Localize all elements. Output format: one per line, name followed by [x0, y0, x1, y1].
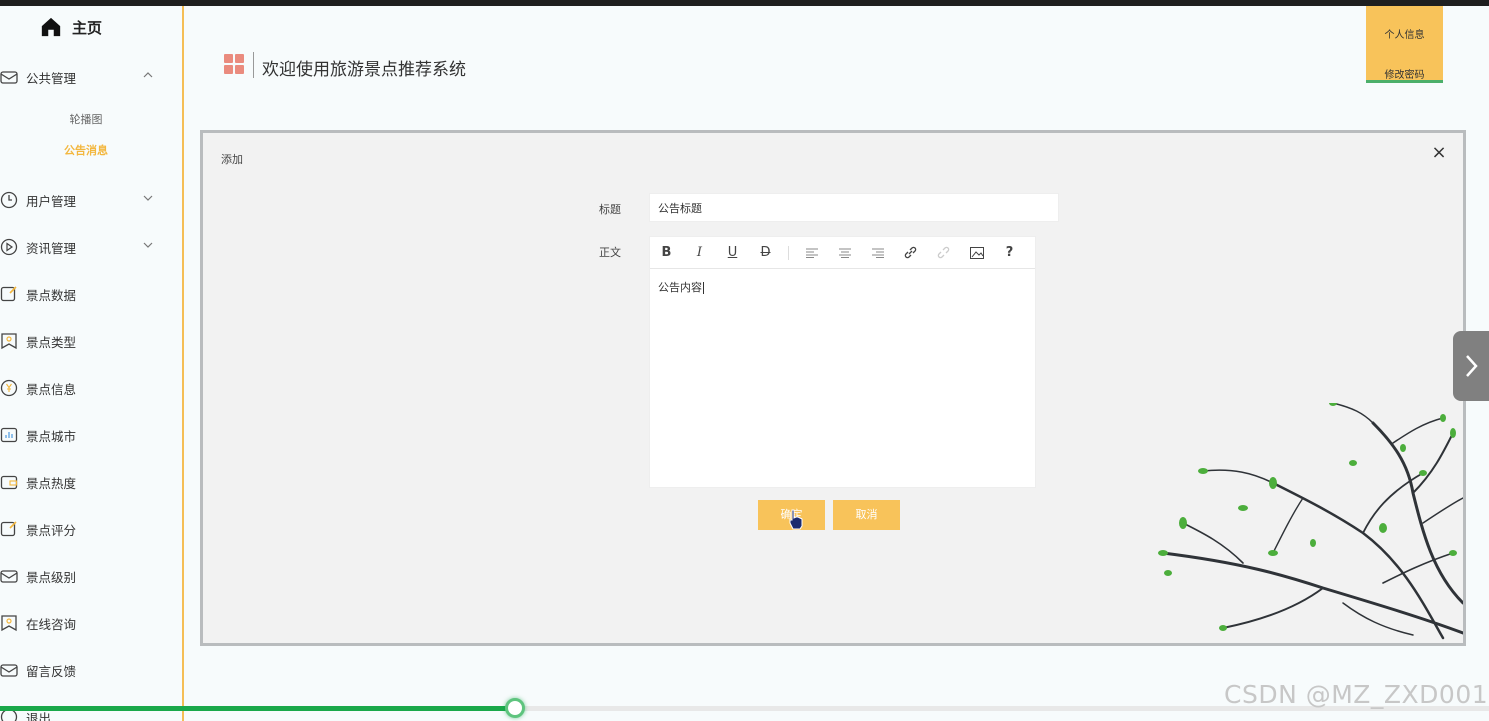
sidebar-item-label: 资讯管理 [26, 240, 77, 256]
sidebar-item-scenic-info[interactable]: 景点信息 [0, 375, 180, 401]
change-password-link[interactable]: 修改密码 [1366, 66, 1443, 81]
clock-icon [0, 191, 18, 209]
page-title: 欢迎使用旅游景点推荐系统 [262, 60, 466, 80]
chevron-right-icon [1466, 355, 1478, 377]
chevron-down-icon [143, 242, 153, 248]
video-progress-handle[interactable] [505, 698, 526, 718]
chart-icon [0, 426, 18, 444]
sidebar-item-public-management[interactable]: 公共管理 [0, 64, 180, 90]
badge-icon [0, 332, 18, 350]
sidebar-item-label: 留言反馈 [26, 663, 77, 679]
sidebar-item-online-consult[interactable]: 在线咨询 [0, 610, 180, 636]
chevron-down-icon [143, 195, 153, 201]
sidebar-item-label: 景点信息 [26, 381, 77, 397]
align-left-icon[interactable] [795, 237, 828, 269]
envelope-icon [0, 567, 18, 585]
play-circle-icon [0, 238, 18, 256]
link-icon[interactable] [894, 237, 927, 269]
next-slide-button[interactable] [1453, 331, 1489, 401]
title-divider [253, 52, 254, 78]
sidebar-subitem-announcements[interactable]: 公告消息 [0, 142, 172, 158]
yen-circle-icon [0, 379, 18, 397]
home-label: 主页 [72, 18, 103, 37]
body-text: 公告内容 [658, 281, 702, 294]
user-menu: 个人信息 修改密码 [1366, 6, 1443, 83]
cancel-button[interactable]: 取消 [833, 500, 900, 530]
chevron-up-icon [143, 72, 153, 78]
sidebar-item-label: 景点评分 [26, 522, 77, 538]
watermark: CSDN @MZ_ZXD001 [1224, 680, 1489, 709]
sidebar-item-user-management[interactable]: 用户管理 [0, 187, 180, 213]
sidebar-item-news-management[interactable]: 资讯管理 [0, 234, 180, 260]
sidebar-subitem-carousel[interactable]: 轮播图 [0, 111, 172, 127]
sidebar-item-scenic-level[interactable]: 景点级别 [0, 563, 180, 589]
italic-icon[interactable]: I [683, 237, 716, 269]
text-caret [703, 282, 704, 294]
video-progress-fill [0, 706, 516, 711]
rich-text-editor: B I U D ? 公告内容 [649, 236, 1036, 488]
sidebar-item-scenic-city[interactable]: 景点城市 [0, 422, 180, 448]
sidebar-item-label: 景点类型 [26, 334, 77, 350]
close-icon[interactable]: × [1431, 144, 1447, 162]
editor-toolbar: B I U D ? [650, 237, 1035, 269]
align-right-icon[interactable] [861, 237, 894, 269]
envelope-icon [0, 68, 18, 86]
body-label: 正文 [599, 246, 621, 259]
top-bar [0, 0, 1489, 6]
edit-icon [0, 285, 18, 303]
app-logo-icon [224, 54, 244, 74]
sidebar-item-scenic-popularity[interactable]: 景点热度 [0, 469, 180, 495]
sidebar-item-label: 公共管理 [26, 70, 77, 86]
sidebar-item-label: 景点数据 [26, 287, 77, 303]
sidebar-item-label: 景点热度 [26, 475, 77, 491]
sidebar-item-label: 景点级别 [26, 569, 77, 585]
sidebar: 主页 公共管理 轮播图 公告消息 用户管理 资讯管理 景点数据 景点类型 景点信… [0, 6, 184, 721]
title-label: 标题 [599, 203, 621, 216]
help-icon[interactable]: ? [993, 237, 1026, 269]
profile-link[interactable]: 个人信息 [1366, 26, 1443, 41]
editor-body[interactable]: 公告内容 [658, 279, 704, 295]
hand-cursor-icon [789, 509, 803, 530]
home-link[interactable]: 主页 [40, 16, 102, 38]
sidebar-item-label: 用户管理 [26, 193, 77, 209]
sidebar-item-scenic-rating[interactable]: 景点评分 [0, 516, 180, 542]
sidebar-item-feedback[interactable]: 留言反馈 [0, 657, 180, 683]
sidebar-item-scenic-type[interactable]: 景点类型 [0, 328, 180, 354]
bold-icon[interactable]: B [650, 237, 683, 269]
edit-icon [0, 520, 18, 538]
strikethrough-icon[interactable]: D [749, 237, 782, 269]
dialog-title: 添加 [221, 153, 243, 166]
add-announcement-dialog: 添加 × 标题 正文 B I U D ? 公告内容 确定 取消 [200, 130, 1466, 646]
wallet-icon [0, 473, 18, 491]
align-center-icon[interactable] [828, 237, 861, 269]
envelope-icon [0, 661, 18, 679]
sidebar-item-scenic-data[interactable]: 景点数据 [0, 281, 180, 307]
image-icon[interactable] [960, 237, 993, 269]
toolbar-divider [788, 245, 789, 260]
underline-icon[interactable]: U [716, 237, 749, 269]
unlink-icon[interactable] [927, 237, 960, 269]
sidebar-item-label: 在线咨询 [26, 616, 77, 632]
badge-icon [0, 614, 18, 632]
sidebar-item-label: 景点城市 [26, 428, 77, 444]
tree-decoration [1158, 403, 1463, 640]
home-icon [41, 17, 61, 37]
title-input[interactable] [649, 193, 1059, 222]
